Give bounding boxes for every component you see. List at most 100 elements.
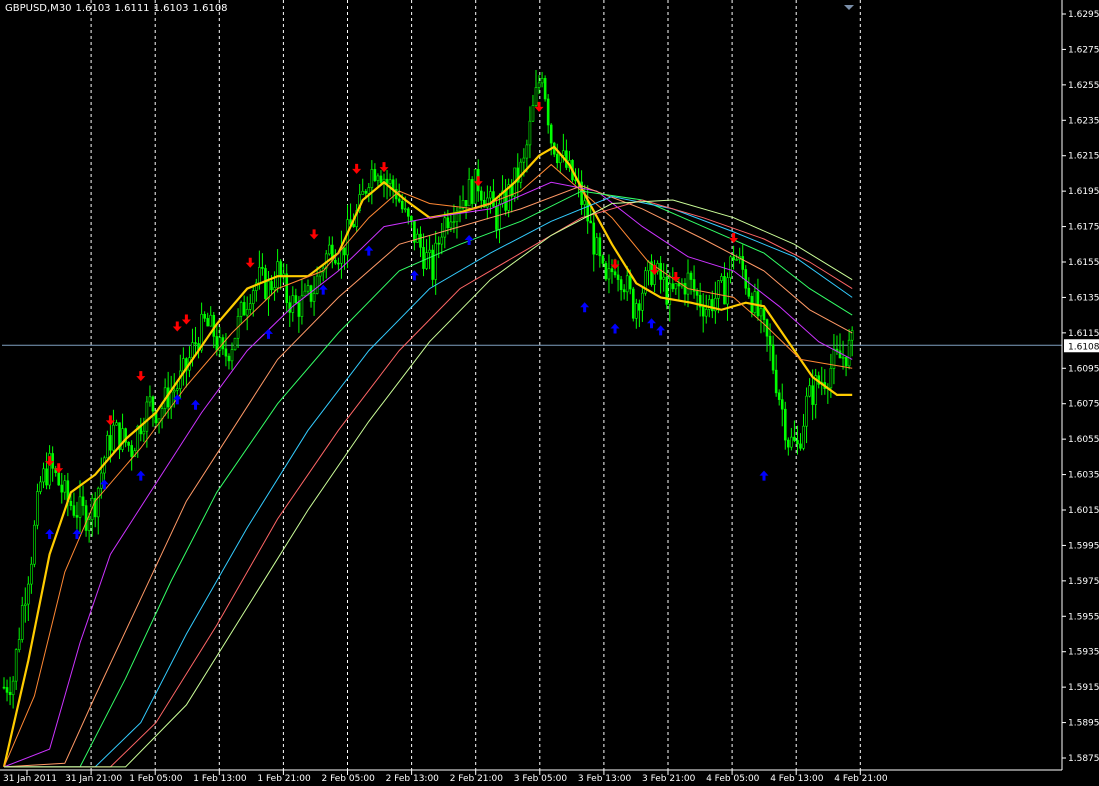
bar-body bbox=[720, 276, 723, 282]
bar-body bbox=[592, 222, 596, 255]
price-bar bbox=[255, 278, 258, 302]
price-bar bbox=[531, 94, 535, 122]
price-bar bbox=[324, 250, 328, 279]
sell-arrow-icon bbox=[309, 229, 319, 240]
price-bar bbox=[732, 245, 735, 270]
price-tick-label: 1.5975 bbox=[1068, 577, 1099, 587]
price-bar bbox=[832, 334, 836, 385]
bar-body bbox=[8, 692, 12, 695]
price-bar bbox=[261, 253, 264, 276]
bar-body bbox=[747, 287, 751, 297]
bar-body bbox=[169, 391, 173, 408]
bar-body bbox=[315, 275, 319, 294]
bar-body bbox=[230, 349, 234, 362]
price-tick-label: 1.6295 bbox=[1068, 10, 1099, 20]
bar-body bbox=[364, 190, 368, 194]
chart-shift-marker-icon[interactable] bbox=[844, 5, 854, 10]
bar-body bbox=[583, 200, 586, 205]
bar-body bbox=[662, 276, 665, 280]
price-bar bbox=[422, 233, 425, 277]
bar-body bbox=[422, 247, 425, 269]
buy-arrow-icon bbox=[464, 234, 474, 245]
buy-arrow-icon bbox=[647, 318, 657, 329]
bar-body bbox=[376, 175, 380, 181]
price-bar bbox=[823, 369, 827, 395]
chart-window[interactable]: 1.6295 1.6275 1.6255 1.6235 1.6215 1.6195 1.61… bbox=[0, 0, 1099, 786]
signal-arrows bbox=[45, 101, 769, 540]
bar-body bbox=[452, 221, 456, 224]
price-bar bbox=[790, 427, 793, 451]
price-bar bbox=[300, 279, 304, 325]
bar-body bbox=[115, 422, 118, 426]
bar-body bbox=[446, 217, 450, 229]
price-bar bbox=[704, 294, 708, 324]
buy-arrow-icon bbox=[759, 470, 769, 481]
price-bar bbox=[674, 282, 678, 295]
bar-body bbox=[723, 276, 726, 305]
price-tick-label: 1.5995 bbox=[1068, 541, 1099, 551]
bar-body bbox=[227, 355, 231, 362]
bar-body bbox=[717, 280, 720, 299]
price-bar bbox=[42, 462, 45, 489]
bar-body bbox=[416, 233, 419, 243]
price-bar bbox=[203, 311, 206, 322]
bar-body bbox=[504, 190, 507, 211]
price-bar bbox=[461, 185, 465, 210]
bar-body bbox=[373, 169, 377, 181]
bar-body bbox=[443, 217, 447, 238]
price-bar bbox=[507, 178, 510, 218]
bar-body bbox=[537, 82, 541, 88]
price-bar bbox=[306, 279, 310, 296]
price-tick-label: 1.6135 bbox=[1068, 293, 1099, 303]
price-bar bbox=[72, 492, 76, 518]
price-bar bbox=[78, 480, 82, 533]
bar-body bbox=[641, 292, 644, 311]
price-bar bbox=[185, 357, 188, 388]
price-bar bbox=[151, 395, 155, 427]
price-bar bbox=[239, 300, 243, 324]
bar-body bbox=[279, 261, 282, 278]
bar-body bbox=[410, 216, 413, 222]
price-bar bbox=[528, 106, 532, 159]
bar-body bbox=[665, 276, 669, 305]
bar-body bbox=[650, 261, 653, 285]
bar-body bbox=[610, 268, 614, 273]
buy-arrow-icon bbox=[318, 284, 328, 295]
price-bar bbox=[233, 337, 237, 351]
bar-body bbox=[783, 408, 787, 441]
bar-body bbox=[191, 342, 194, 358]
buy-arrow-icon bbox=[610, 323, 620, 334]
bar-body bbox=[434, 242, 437, 280]
bar-body bbox=[194, 342, 197, 344]
high-price: 1.6111 bbox=[114, 3, 150, 14]
price-bar bbox=[498, 193, 501, 244]
price-bar bbox=[470, 176, 474, 209]
bar-body bbox=[732, 256, 735, 261]
price-axis[interactable]: 1.6295 1.6275 1.6255 1.6235 1.6215 1.6195 1.61… bbox=[1062, 10, 1099, 764]
time-axis[interactable]: 31 Jan 2011 31 Jan 21:00 1 Feb 05:00 1 Feb … bbox=[3, 770, 888, 784]
price-bar bbox=[692, 265, 696, 299]
bar-body bbox=[811, 385, 814, 405]
price-bar bbox=[96, 486, 100, 535]
chart-canvas[interactable]: 1.6295 1.6275 1.6255 1.6235 1.6215 1.6195 1.61… bbox=[0, 0, 1099, 786]
bar-body bbox=[145, 401, 149, 432]
bar-body bbox=[334, 259, 337, 264]
bar-body bbox=[209, 314, 213, 327]
bar-body bbox=[42, 468, 45, 483]
price-bar bbox=[413, 221, 416, 251]
bar-body bbox=[291, 295, 295, 313]
bar-body bbox=[598, 237, 602, 257]
bar-body bbox=[440, 236, 444, 245]
price-bar bbox=[327, 236, 331, 256]
price-bar bbox=[668, 272, 672, 322]
bar-body bbox=[258, 267, 261, 284]
bar-body bbox=[96, 487, 100, 518]
bar-body bbox=[495, 206, 498, 230]
price-bar bbox=[735, 254, 738, 261]
bar-body bbox=[519, 161, 523, 183]
bar-body bbox=[112, 424, 115, 451]
price-bar bbox=[802, 413, 805, 451]
price-bar bbox=[665, 264, 669, 310]
bar-body bbox=[419, 233, 422, 248]
price-bar bbox=[534, 69, 538, 108]
